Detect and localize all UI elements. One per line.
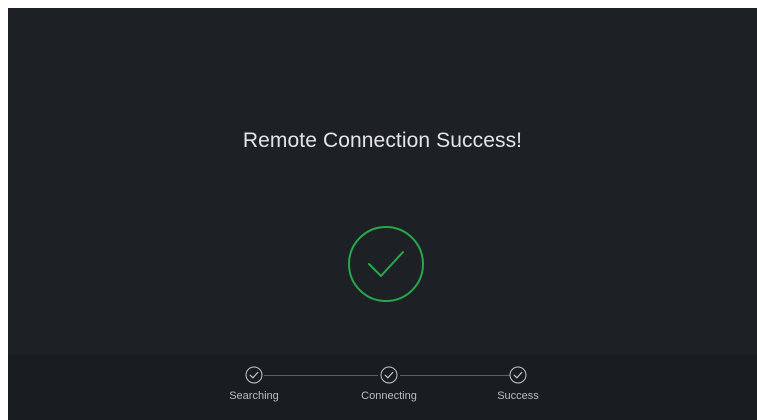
check-icon [509,366,527,384]
progress-step-connecting: Connecting [339,366,439,402]
check-icon [380,366,398,384]
step-label: Success [497,390,539,402]
progress-step-success: Success [468,366,568,402]
step-label: Connecting [361,390,417,402]
progress-footer: Searching Connecting Success [8,354,757,420]
success-check-icon [346,224,426,304]
progress-step-searching: Searching [204,366,304,402]
step-label: Searching [229,390,279,402]
check-icon [245,366,263,384]
remote-connection-screen: Remote Connection Success! Searching Con… [8,8,757,420]
page-title: Remote Connection Success! [242,129,523,152]
